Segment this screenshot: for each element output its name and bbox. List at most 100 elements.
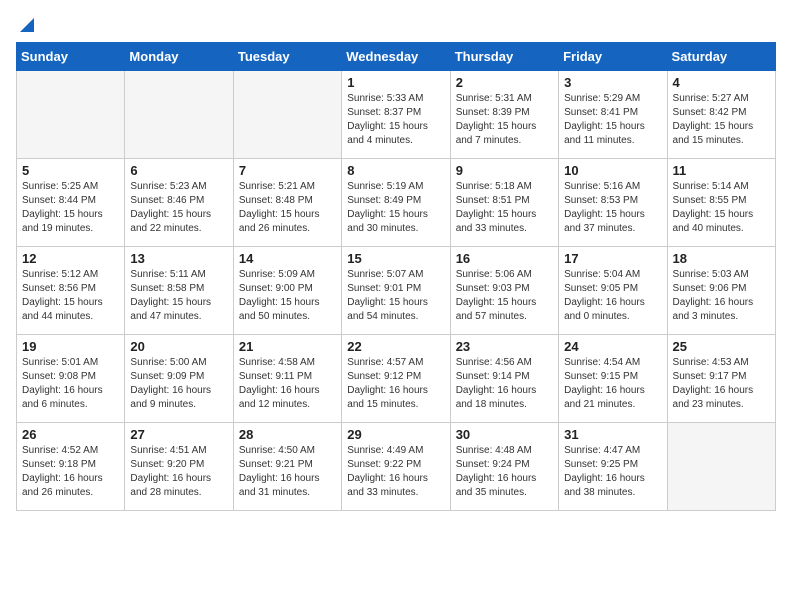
calendar-day: 24 Sunrise: 4:54 AM Sunset: 9:15 PM Dayli… xyxy=(559,335,667,423)
calendar-day: 15 Sunrise: 5:07 AM Sunset: 9:01 PM Dayli… xyxy=(342,247,450,335)
day-number: 5 xyxy=(22,163,119,178)
calendar-day: 10Sunrise: 5:16 AM Sunset: 8:53 PM Dayli… xyxy=(559,159,667,247)
day-number: 11 xyxy=(673,163,770,178)
day-number: 13 xyxy=(130,251,227,266)
calendar-day xyxy=(233,71,341,159)
calendar-day xyxy=(125,71,233,159)
calendar-day: 7 Sunrise: 5:21 AM Sunset: 8:48 PM Daylig… xyxy=(233,159,341,247)
day-info: Sunrise: 5:07 AM Sunset: 9:01 PM Dayligh… xyxy=(347,268,444,324)
calendar-week-1: 1 Sunrise: 5:33 AM Sunset: 8:37 PM Daylig… xyxy=(17,71,776,159)
calendar-day: 21Sunrise: 4:58 AM Sunset: 9:11 PM Dayli… xyxy=(233,335,341,423)
day-number: 31 xyxy=(564,427,661,442)
calendar-day: 30 Sunrise: 4:48 AM Sunset: 9:24 PM Dayli… xyxy=(450,423,558,511)
day-number: 4 xyxy=(673,75,770,90)
day-info: Sunrise: 4:49 AM Sunset: 9:22 PM Dayligh… xyxy=(347,444,444,500)
calendar-day: 4Sunrise: 5:27 AM Sunset: 8:42 PM Daylig… xyxy=(667,71,775,159)
day-number: 23 xyxy=(456,339,553,354)
day-number: 15 xyxy=(347,251,444,266)
calendar-day: 18 Sunrise: 5:03 AM Sunset: 9:06 PM Dayli… xyxy=(667,247,775,335)
day-info: Sunrise: 5:33 AM Sunset: 8:37 PM Dayligh… xyxy=(347,92,444,148)
day-number: 28 xyxy=(239,427,336,442)
calendar-week-3: 12Sunrise: 5:12 AM Sunset: 8:56 PM Dayli… xyxy=(17,247,776,335)
calendar-day: 26Sunrise: 4:52 AM Sunset: 9:18 PM Dayli… xyxy=(17,423,125,511)
day-info: Sunrise: 5:14 AM Sunset: 8:55 PM Dayligh… xyxy=(673,180,770,236)
calendar-day: 8Sunrise: 5:19 AM Sunset: 8:49 PM Daylig… xyxy=(342,159,450,247)
header xyxy=(16,16,776,34)
day-info: Sunrise: 5:12 AM Sunset: 8:56 PM Dayligh… xyxy=(22,268,119,324)
calendar-day: 11 Sunrise: 5:14 AM Sunset: 8:55 PM Dayli… xyxy=(667,159,775,247)
day-info: Sunrise: 5:23 AM Sunset: 8:46 PM Dayligh… xyxy=(130,180,227,236)
weekday-header-row: SundayMondayTuesdayWednesdayThursdayFrid… xyxy=(17,43,776,71)
day-info: Sunrise: 4:56 AM Sunset: 9:14 PM Dayligh… xyxy=(456,356,553,412)
weekday-header-tuesday: Tuesday xyxy=(233,43,341,71)
weekday-header-monday: Monday xyxy=(125,43,233,71)
day-number: 19 xyxy=(22,339,119,354)
weekday-header-saturday: Saturday xyxy=(667,43,775,71)
day-number: 29 xyxy=(347,427,444,442)
day-number: 3 xyxy=(564,75,661,90)
day-number: 7 xyxy=(239,163,336,178)
day-number: 16 xyxy=(456,251,553,266)
day-info: Sunrise: 5:00 AM Sunset: 9:09 PM Dayligh… xyxy=(130,356,227,412)
calendar-day xyxy=(17,71,125,159)
day-number: 14 xyxy=(239,251,336,266)
calendar-day: 9Sunrise: 5:18 AM Sunset: 8:51 PM Daylig… xyxy=(450,159,558,247)
calendar-day: 1 Sunrise: 5:33 AM Sunset: 8:37 PM Daylig… xyxy=(342,71,450,159)
day-number: 6 xyxy=(130,163,227,178)
calendar-day: 13 Sunrise: 5:11 AM Sunset: 8:58 PM Dayli… xyxy=(125,247,233,335)
day-number: 22 xyxy=(347,339,444,354)
calendar-table: SundayMondayTuesdayWednesdayThursdayFrid… xyxy=(16,42,776,511)
calendar-day: 23 Sunrise: 4:56 AM Sunset: 9:14 PM Dayli… xyxy=(450,335,558,423)
weekday-header-wednesday: Wednesday xyxy=(342,43,450,71)
day-info: Sunrise: 4:52 AM Sunset: 9:18 PM Dayligh… xyxy=(22,444,119,500)
calendar-day: 27 Sunrise: 4:51 AM Sunset: 9:20 PM Dayli… xyxy=(125,423,233,511)
calendar-day: 16 Sunrise: 5:06 AM Sunset: 9:03 PM Dayli… xyxy=(450,247,558,335)
calendar-day: 17Sunrise: 5:04 AM Sunset: 9:05 PM Dayli… xyxy=(559,247,667,335)
calendar-day: 25Sunrise: 4:53 AM Sunset: 9:17 PM Dayli… xyxy=(667,335,775,423)
calendar-day: 14 Sunrise: 5:09 AM Sunset: 9:00 PM Dayli… xyxy=(233,247,341,335)
calendar-day: 5 Sunrise: 5:25 AM Sunset: 8:44 PM Daylig… xyxy=(17,159,125,247)
day-info: Sunrise: 4:54 AM Sunset: 9:15 PM Dayligh… xyxy=(564,356,661,412)
day-info: Sunrise: 4:48 AM Sunset: 9:24 PM Dayligh… xyxy=(456,444,553,500)
day-number: 8 xyxy=(347,163,444,178)
calendar-week-2: 5 Sunrise: 5:25 AM Sunset: 8:44 PM Daylig… xyxy=(17,159,776,247)
calendar-day: 22Sunrise: 4:57 AM Sunset: 9:12 PM Dayli… xyxy=(342,335,450,423)
day-number: 1 xyxy=(347,75,444,90)
day-info: Sunrise: 4:53 AM Sunset: 9:17 PM Dayligh… xyxy=(673,356,770,412)
calendar-day: 29 Sunrise: 4:49 AM Sunset: 9:22 PM Dayli… xyxy=(342,423,450,511)
calendar-day: 31 Sunrise: 4:47 AM Sunset: 9:25 PM Dayli… xyxy=(559,423,667,511)
logo xyxy=(16,16,36,34)
day-number: 18 xyxy=(673,251,770,266)
calendar-day: 6 Sunrise: 5:23 AM Sunset: 8:46 PM Daylig… xyxy=(125,159,233,247)
day-info: Sunrise: 5:25 AM Sunset: 8:44 PM Dayligh… xyxy=(22,180,119,236)
day-info: Sunrise: 5:31 AM Sunset: 8:39 PM Dayligh… xyxy=(456,92,553,148)
day-number: 30 xyxy=(456,427,553,442)
calendar-week-5: 26Sunrise: 4:52 AM Sunset: 9:18 PM Dayli… xyxy=(17,423,776,511)
day-number: 21 xyxy=(239,339,336,354)
day-number: 17 xyxy=(564,251,661,266)
day-info: Sunrise: 5:18 AM Sunset: 8:51 PM Dayligh… xyxy=(456,180,553,236)
day-info: Sunrise: 4:47 AM Sunset: 9:25 PM Dayligh… xyxy=(564,444,661,500)
day-info: Sunrise: 5:06 AM Sunset: 9:03 PM Dayligh… xyxy=(456,268,553,324)
day-number: 24 xyxy=(564,339,661,354)
day-info: Sunrise: 5:11 AM Sunset: 8:58 PM Dayligh… xyxy=(130,268,227,324)
calendar-day: 2Sunrise: 5:31 AM Sunset: 8:39 PM Daylig… xyxy=(450,71,558,159)
calendar-day: 12Sunrise: 5:12 AM Sunset: 8:56 PM Dayli… xyxy=(17,247,125,335)
day-info: Sunrise: 5:01 AM Sunset: 9:08 PM Dayligh… xyxy=(22,356,119,412)
day-number: 10 xyxy=(564,163,661,178)
day-info: Sunrise: 5:29 AM Sunset: 8:41 PM Dayligh… xyxy=(564,92,661,148)
calendar-day: 20 Sunrise: 5:00 AM Sunset: 9:09 PM Dayli… xyxy=(125,335,233,423)
day-info: Sunrise: 4:51 AM Sunset: 9:20 PM Dayligh… xyxy=(130,444,227,500)
day-info: Sunrise: 4:50 AM Sunset: 9:21 PM Dayligh… xyxy=(239,444,336,500)
weekday-header-friday: Friday xyxy=(559,43,667,71)
day-number: 20 xyxy=(130,339,227,354)
weekday-header-sunday: Sunday xyxy=(17,43,125,71)
calendar-day: 19 Sunrise: 5:01 AM Sunset: 9:08 PM Dayli… xyxy=(17,335,125,423)
logo-triangle-icon xyxy=(18,16,36,34)
day-number: 27 xyxy=(130,427,227,442)
day-info: Sunrise: 5:09 AM Sunset: 9:00 PM Dayligh… xyxy=(239,268,336,324)
calendar-day: 28 Sunrise: 4:50 AM Sunset: 9:21 PM Dayli… xyxy=(233,423,341,511)
day-info: Sunrise: 5:21 AM Sunset: 8:48 PM Dayligh… xyxy=(239,180,336,236)
calendar-day: 3 Sunrise: 5:29 AM Sunset: 8:41 PM Daylig… xyxy=(559,71,667,159)
day-info: Sunrise: 5:03 AM Sunset: 9:06 PM Dayligh… xyxy=(673,268,770,324)
